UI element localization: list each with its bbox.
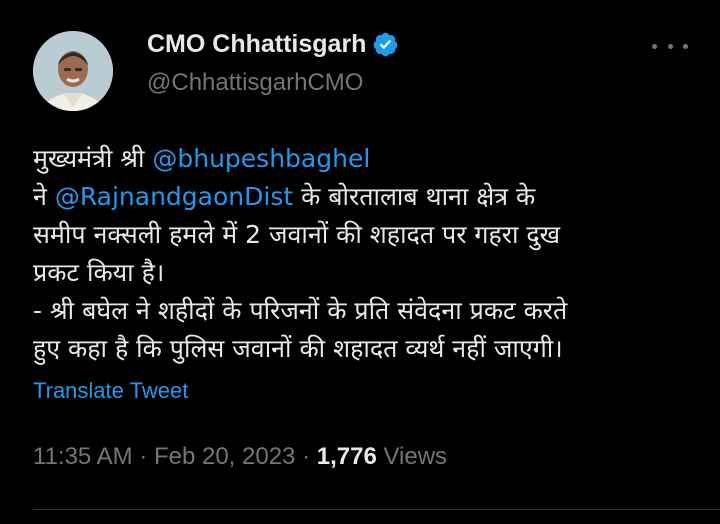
dot — [683, 43, 688, 49]
author-name-row[interactable]: CMO Chhattisgarh — [147, 30, 399, 59]
dot — [667, 43, 673, 49]
views-label[interactable]: Views — [377, 443, 447, 470]
divider — [33, 509, 720, 510]
mention-link[interactable]: @RajnandgaonDist — [55, 182, 293, 211]
tweet-date[interactable]: Feb 20, 2023 — [154, 443, 295, 470]
tweet-line: - श्री बघेल ने शहीदों के परिजनों के प्रत… — [33, 296, 568, 325]
more-options-icon[interactable] — [652, 36, 688, 56]
mention-link[interactable]: @bhupeshbaghel — [152, 144, 370, 173]
author-handle[interactable]: @ChhattisgarhCMO — [147, 69, 363, 97]
avatar[interactable] — [33, 31, 113, 111]
tweet-line: समीप नक्सली हमले में 2 जवानों की शहादत प… — [33, 220, 561, 249]
meta-separator: · — [295, 443, 317, 470]
views-count[interactable]: 1,776 — [317, 443, 377, 470]
profile-photo — [33, 31, 113, 111]
tweet-text-segment: मुख्यमंत्री श्री — [33, 144, 153, 173]
tweet-line: प्रकट किया है। — [33, 258, 165, 287]
tweet-text-segment: ने — [33, 182, 55, 211]
tweet-line: हुए कहा है कि पुलिस जवानों की शहादत व्यर… — [33, 334, 563, 363]
translate-tweet-link[interactable]: Translate Tweet — [33, 378, 188, 404]
tweet-line: ने @RajnandgaonDist के बोरतालाब थाना क्ष… — [33, 178, 693, 216]
verified-badge-icon — [374, 32, 398, 57]
tweet-text-segment: के बोरतालाब थाना क्षेत्र के — [293, 182, 536, 211]
tweet-text: मुख्यमंत्री श्री @bhupeshbaghel ने @Rajn… — [33, 140, 693, 368]
tweet-line: मुख्यमंत्री श्री @bhupeshbaghel — [33, 140, 693, 178]
tweet-meta: 11:35 AM · Feb 20, 2023 · 1,776 Views — [33, 443, 447, 471]
meta-separator: · — [132, 443, 154, 470]
dot — [652, 43, 657, 49]
tweet-time[interactable]: 11:35 AM — [33, 443, 133, 470]
display-name[interactable]: CMO Chhattisgarh — [147, 30, 366, 59]
